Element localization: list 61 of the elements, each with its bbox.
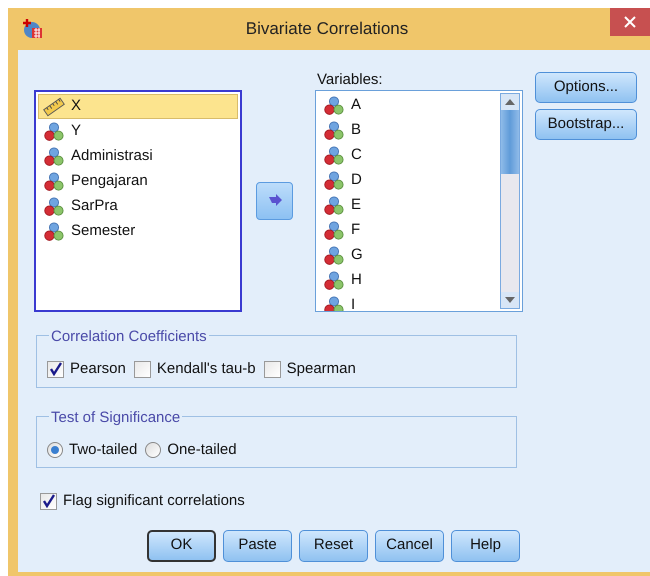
variable-item[interactable]: B (318, 118, 498, 143)
nominal-icon (43, 146, 65, 166)
nominal-icon (323, 170, 345, 190)
variable-item[interactable]: H (318, 268, 498, 293)
checkbox-label: Kendall's tau-b (156, 359, 256, 379)
scroll-up-icon[interactable] (505, 99, 515, 105)
variable-item[interactable]: Administrasi (38, 144, 238, 169)
checkbox[interactable] (40, 492, 57, 510)
close-button[interactable] (610, 8, 650, 36)
nominal-icon (323, 96, 345, 116)
nominal-icon (43, 222, 65, 242)
nominal-icon (323, 220, 345, 240)
scrollbar-thumb[interactable] (501, 110, 519, 174)
arrow-right-icon (266, 193, 282, 209)
scrollbar[interactable] (500, 93, 520, 309)
variables-label: Variables: (317, 70, 384, 90)
variable-item[interactable]: A (318, 93, 498, 118)
close-icon (624, 16, 636, 28)
dialog-button[interactable]: Bootstrap... (535, 109, 637, 140)
variable-item[interactable]: E (318, 193, 498, 218)
variable-list[interactable]: A B C D E F G H I (315, 90, 523, 312)
nominal-icon (323, 120, 345, 140)
dialog-button[interactable]: Help (451, 530, 520, 562)
dialog-button[interactable]: Cancel (375, 530, 444, 562)
checkbox[interactable] (47, 360, 64, 378)
dialog-button[interactable]: Options... (535, 72, 637, 103)
app-icon (22, 18, 44, 40)
scroll-down-icon[interactable] (505, 297, 515, 303)
nominal-icon (323, 296, 345, 311)
dialog-button[interactable]: Paste (223, 530, 292, 562)
checkbox-label: Pearson (70, 359, 126, 379)
variable-item[interactable]: Pengajaran (38, 169, 238, 194)
nominal-icon (43, 172, 65, 192)
variable-item[interactable]: F (318, 218, 498, 243)
variable-item[interactable]: D (318, 168, 498, 193)
checkbox-label: Spearman (286, 359, 356, 379)
radio-button[interactable] (145, 442, 162, 458)
variable-item[interactable]: I (318, 293, 498, 311)
checkbox[interactable] (264, 360, 281, 378)
nominal-icon (323, 246, 345, 266)
checkbox[interactable] (134, 360, 151, 378)
radio-label: Two-tailed (69, 440, 138, 460)
checkbox-label: Flag significant correlations (63, 491, 245, 511)
variable-item[interactable]: Y (38, 119, 238, 144)
radio-button[interactable] (47, 442, 63, 458)
source-variable-list[interactable]: X Y Administrasi Pengajaran SarPra Semester (34, 90, 242, 312)
nominal-icon (43, 122, 65, 142)
nominal-icon (323, 196, 345, 216)
variable-item[interactable]: Semester (38, 219, 238, 244)
move-button[interactable] (256, 182, 293, 220)
variable-item[interactable]: SarPra (38, 194, 238, 219)
nominal-icon (43, 196, 65, 216)
variable-item[interactable]: G (318, 243, 498, 268)
nominal-icon (323, 146, 345, 166)
dialog-button[interactable]: Reset (299, 530, 368, 562)
radio-label: One-tailed (167, 440, 237, 460)
nominal-icon (323, 270, 345, 290)
window-title: Bivariate Correlations (246, 18, 408, 40)
dialog-button[interactable]: OK (147, 530, 216, 562)
variable-item[interactable]: C (318, 143, 498, 168)
variable-item[interactable]: X (38, 94, 238, 119)
